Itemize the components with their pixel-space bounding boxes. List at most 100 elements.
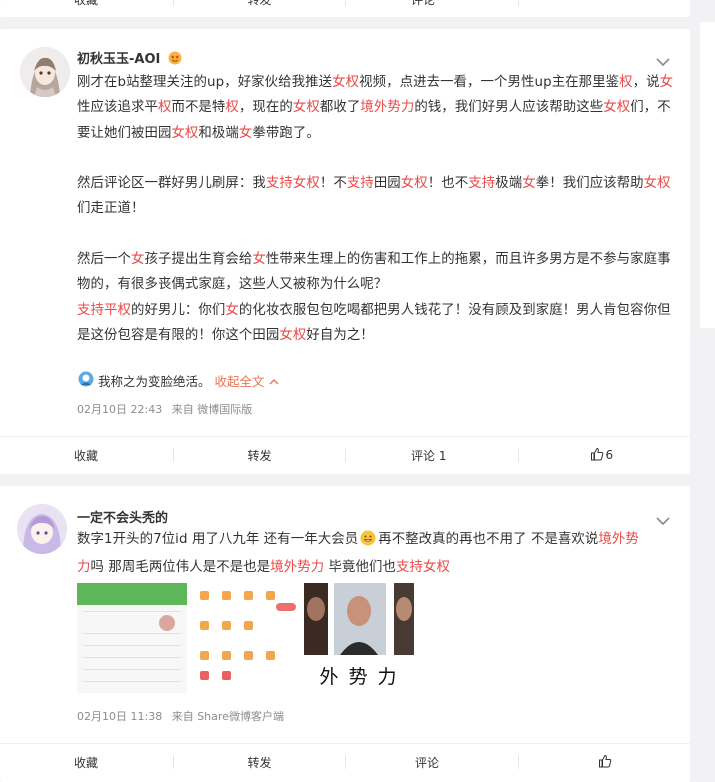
- chevron-down-icon[interactable]: [656, 511, 670, 526]
- text-run: 然后评论区一群好男儿刷屏：我: [77, 176, 266, 192]
- keyword-highlight[interactable]: 支持: [468, 176, 495, 191]
- app-screenshot-image: [192, 583, 302, 693]
- text-run: 和极端: [198, 125, 239, 141]
- keyword-highlight[interactable]: 女: [239, 126, 253, 141]
- text-run: 拳带跑了。: [252, 125, 320, 141]
- timestamp[interactable]: 02月10日 22:43: [77, 403, 162, 416]
- keyword-highlight[interactable]: 支持: [347, 176, 374, 191]
- thumbs-up-icon: [590, 447, 604, 464]
- text-run: 然后一个: [77, 252, 131, 268]
- keyword-highlight[interactable]: 权: [158, 100, 172, 115]
- text-run: 吗 那周毛两位伟人是不是也是: [90, 560, 271, 576]
- text-run: 刚才在b站整理关注的up，好家伙给我推送: [77, 75, 333, 90]
- username-text: 一定不会头秃的: [77, 511, 169, 526]
- prev-card-bottom: 收藏 转发 评论: [0, 0, 690, 17]
- like-button[interactable]: 6: [517, 437, 691, 473]
- username[interactable]: 一定不会头秃的: [77, 507, 168, 526]
- keyword-highlight[interactable]: 权: [225, 100, 239, 115]
- text-run: 数字1开头的7位id 用了八九年 还有一年大会员: [77, 532, 359, 547]
- like-button[interactable]: [517, 0, 691, 17]
- keyword-highlight[interactable]: 女权: [401, 176, 428, 191]
- avatar[interactable]: [17, 504, 67, 554]
- collect-label: 收藏: [74, 448, 99, 463]
- text-run: ！也不: [427, 176, 469, 192]
- right-sidebar-edge: [700, 22, 715, 328]
- post-content: 数字1开头的7位id 用了八九年 还有一年大会员 再不整改真的再也不用了 不是喜欢…: [77, 527, 652, 581]
- like-button[interactable]: [517, 744, 691, 780]
- like-group: [598, 754, 614, 771]
- keyword-highlight[interactable]: 女权: [279, 328, 306, 343]
- text-run: 田园: [373, 176, 401, 192]
- keyword-highlight[interactable]: 支持平权: [77, 303, 131, 318]
- collapse-label: 收起全文: [214, 374, 265, 389]
- repost-button[interactable]: 转发: [172, 744, 346, 780]
- keyword-highlight[interactable]: 女: [660, 75, 674, 90]
- paragraph: 支持平权的好男儿：你们女的化妆衣服包包吃喝都把男人钱花了！没有顾及到家庭！男人肯…: [77, 298, 677, 349]
- post-meta: 02月10日 11:38 来自 Share微博客户端: [77, 708, 284, 724]
- keyword-highlight[interactable]: 女: [225, 303, 239, 318]
- collect-label: 收藏: [74, 0, 98, 8]
- text-run: 的好男儿：你们: [130, 302, 226, 318]
- keyword-highlight[interactable]: 女权: [603, 100, 630, 115]
- keyword-highlight[interactable]: 境外势力: [270, 560, 324, 575]
- via-client: 来自 微博国际版: [171, 403, 253, 416]
- comment-button[interactable]: 评论: [345, 0, 518, 17]
- paragraph: 然后评论区一群好男儿刷屏：我支持女权！不支持田园女权！也不支持极端女拳！我们应该…: [77, 171, 677, 222]
- action-bar: 收藏 转发 评论 1 6: [0, 436, 690, 473]
- keyword-highlight[interactable]: 女: [131, 252, 145, 267]
- keyword-highlight[interactable]: 境外势力: [360, 100, 414, 115]
- text-run: 而不是特: [171, 100, 226, 116]
- thumbs-up-icon: [598, 754, 612, 771]
- text-run: ，现在的: [238, 100, 293, 116]
- vip-badge-icon: [168, 51, 182, 69]
- keyword-highlight[interactable]: 女权: [644, 176, 671, 191]
- keyword-highlight[interactable]: 女: [522, 176, 536, 191]
- action-bar: 收藏 转发 评论: [0, 743, 690, 780]
- text-run: 们走正道！: [77, 201, 145, 217]
- collect-button[interactable]: 收藏: [0, 744, 173, 780]
- timestamp[interactable]: 02月10日 11:38: [77, 710, 162, 723]
- text-run: ，说: [632, 75, 660, 90]
- comment-button[interactable]: 评论: [345, 744, 518, 780]
- keyword-highlight[interactable]: 女权: [171, 126, 198, 141]
- source-text: 我称之为变脸绝活。: [98, 374, 211, 389]
- image-thumbnail-3[interactable]: 外 势 力: [304, 583, 414, 693]
- keyword-highlight[interactable]: 女: [252, 252, 266, 267]
- post-meta: 02月10日 22:43 来自 微博国际版: [77, 401, 252, 417]
- text-run: ！不: [319, 176, 347, 192]
- image-thumbnail-2[interactable]: [192, 583, 302, 693]
- collect-button[interactable]: 收藏: [0, 437, 173, 473]
- text-run: 拳！我们应该帮助: [535, 176, 644, 192]
- paragraph: 刚才在b站整理关注的up，好家伙给我推送女权视频，点进去一看，一个男性up主在那…: [77, 70, 677, 146]
- comment-button[interactable]: 评论 1: [345, 437, 518, 473]
- collapse-link[interactable]: 收起全文: [215, 371, 279, 390]
- comment-label: 评论 1: [411, 448, 447, 463]
- via-client: 来自 Share微博客户端: [171, 710, 284, 723]
- comment-label: 评论: [415, 755, 440, 770]
- repost-button[interactable]: 转发: [172, 0, 346, 17]
- text-run: 性应该追求平: [77, 100, 158, 116]
- source-line: 我称之为变脸绝活。 收起全文: [78, 371, 279, 390]
- image-thumbnail-1[interactable]: [77, 583, 187, 693]
- keyword-highlight[interactable]: 支持女权: [266, 176, 320, 191]
- collect-label: 收藏: [74, 755, 99, 770]
- grin-emoji-icon: [360, 530, 376, 555]
- repost-button[interactable]: 转发: [172, 437, 346, 473]
- weibo-card: 初秋玉玉-AOI 刚才在b站整理关注的up，好家伙给我推送女权视频，点进去一看，…: [0, 29, 690, 474]
- text-run: 毕竟他们也: [324, 560, 397, 576]
- avatar-image: [20, 47, 70, 97]
- phone-screenshot-image: [77, 583, 187, 693]
- text-run: 视频，点进去一看，一个男性up主在那里鉴: [359, 75, 620, 90]
- keyword-highlight[interactable]: 权: [619, 75, 633, 90]
- keyword-highlight[interactable]: 支持女权: [396, 560, 450, 575]
- keyword-highlight[interactable]: 女权: [332, 75, 359, 90]
- chevron-down-icon[interactable]: [656, 52, 670, 67]
- collect-button[interactable]: 收藏: [0, 0, 173, 17]
- avatar[interactable]: [20, 47, 70, 97]
- paragraph: 数字1开头的7位id 用了八九年 还有一年大会员 再不整改真的再也不用了 不是喜欢…: [77, 527, 652, 581]
- keyword-highlight[interactable]: 女权: [293, 100, 320, 115]
- username[interactable]: 初秋玉玉-AOI: [77, 48, 182, 69]
- chevron-up-icon: [269, 374, 279, 389]
